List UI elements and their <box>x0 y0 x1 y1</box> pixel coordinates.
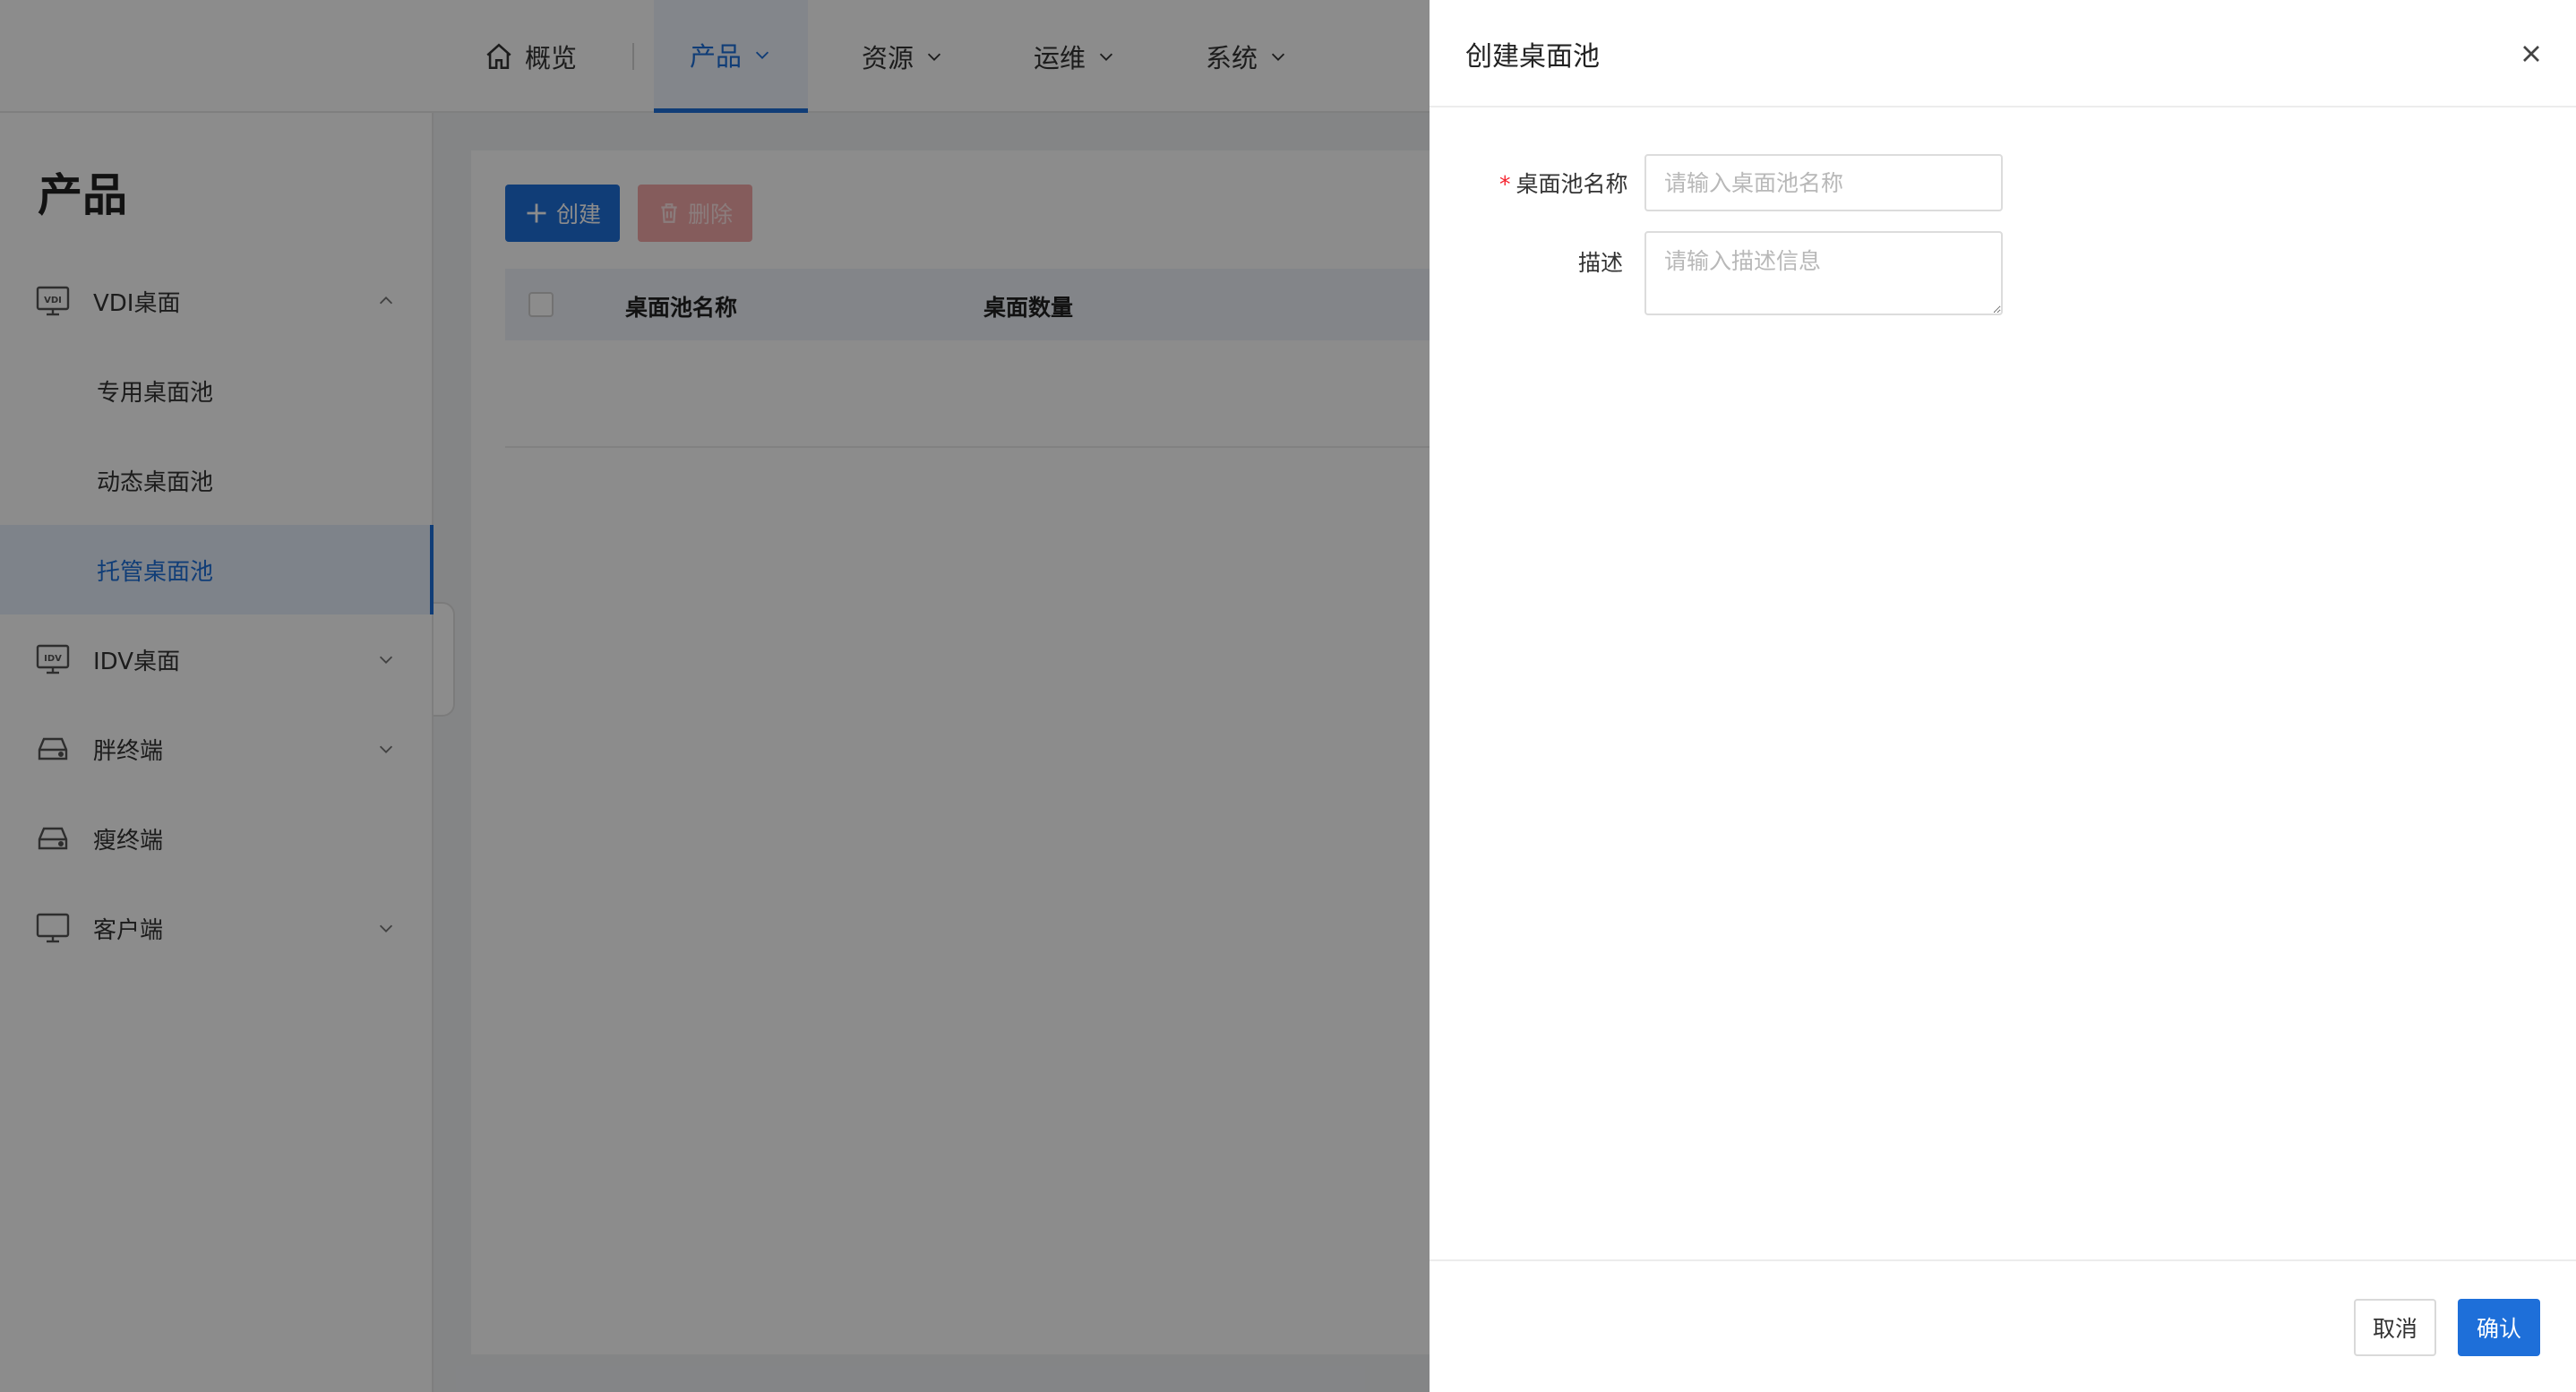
required-marker: * <box>1499 171 1511 197</box>
pool-name-label-text: 桌面池名称 <box>1516 171 1628 197</box>
create-pool-drawer: 创建桌面池 *桌面池名称 描述 取消 确认 <box>1430 0 2576 1392</box>
description-label: 描述 <box>1578 250 1624 276</box>
drawer-footer: 取消 确认 <box>1430 1259 2576 1392</box>
pool-name-input[interactable] <box>1644 154 2003 211</box>
confirm-button[interactable]: 确认 <box>2458 1299 2540 1356</box>
drawer-header: 创建桌面池 <box>1430 0 2576 107</box>
description-textarea[interactable] <box>1644 231 2003 315</box>
drawer-title: 创建桌面池 <box>1465 41 1600 73</box>
drawer-mask[interactable] <box>0 0 1430 1392</box>
close-icon[interactable] <box>2517 39 2546 68</box>
cancel-button[interactable]: 取消 <box>2354 1299 2436 1356</box>
pool-name-label: * 桌面池名称 <box>1499 167 1628 199</box>
